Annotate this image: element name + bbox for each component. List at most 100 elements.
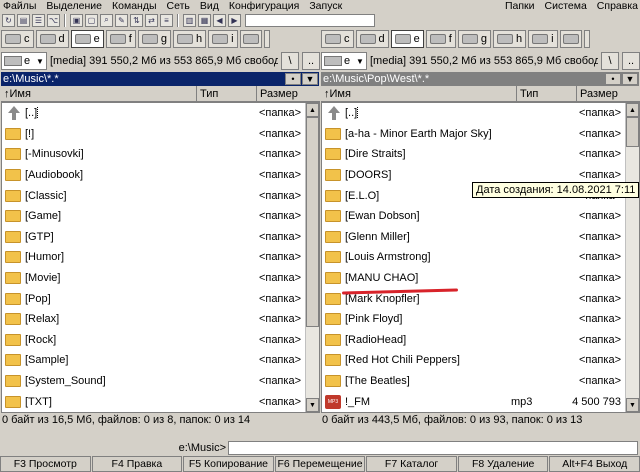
full-view-icon[interactable]: ☰ bbox=[32, 13, 45, 27]
list-item[interactable]: [Relax] <папка> bbox=[2, 309, 305, 330]
menu-item[interactable]: Файлы bbox=[3, 0, 36, 12]
refresh-icon[interactable]: ↻ bbox=[2, 13, 15, 27]
drive-button-d[interactable]: d bbox=[35, 30, 69, 48]
drive-button-back-slash[interactable] bbox=[263, 30, 270, 48]
tree-icon[interactable]: ⌥ bbox=[47, 13, 60, 27]
search-icon[interactable]: ⌕ bbox=[100, 13, 113, 27]
terminal-icon[interactable]: ▦ bbox=[198, 13, 211, 27]
list-item[interactable]: [Movie] <папка> bbox=[2, 268, 305, 289]
left-root-button[interactable]: \ bbox=[281, 52, 299, 70]
drive-button-g[interactable]: g bbox=[137, 30, 171, 48]
history-chevron-icon[interactable]: ▼ bbox=[622, 73, 638, 85]
menu-item[interactable]: Папки bbox=[505, 0, 535, 12]
fkey-button[interactable]: F8 Удаление bbox=[457, 456, 549, 472]
network-drive-button[interactable] bbox=[239, 30, 262, 48]
drive-button-f[interactable]: f bbox=[105, 30, 136, 48]
compare-icon[interactable]: ≡ bbox=[160, 13, 173, 27]
list-item[interactable]: [Audiobook] <папка> bbox=[2, 165, 305, 186]
drive-button-i[interactable]: i bbox=[528, 30, 558, 48]
menu-item[interactable]: Команды bbox=[112, 0, 157, 12]
drive-button-f[interactable]: f bbox=[425, 30, 456, 48]
drive-button-d[interactable]: d bbox=[355, 30, 389, 48]
list-item[interactable]: MP3 !_FM mp3 4 500 793 bbox=[322, 391, 625, 412]
scroll-up-icon[interactable]: ▲ bbox=[626, 103, 639, 117]
right-scroll-thumb[interactable] bbox=[626, 117, 639, 147]
menu-item[interactable]: Вид bbox=[200, 0, 219, 12]
list-item[interactable]: [Sample] <папка> bbox=[2, 350, 305, 371]
list-item[interactable]: [Dire Straits] <папка> bbox=[322, 144, 625, 165]
fkey-button[interactable]: F5 Копирование bbox=[183, 456, 274, 472]
scroll-down-icon[interactable]: ▼ bbox=[626, 398, 639, 412]
list-item[interactable]: [RadioHead] <папка> bbox=[322, 330, 625, 351]
scroll-down-icon[interactable]: ▼ bbox=[306, 398, 319, 412]
drive-button-c[interactable]: c bbox=[1, 30, 34, 48]
fkey-button[interactable]: Alt+F4 Выход bbox=[549, 456, 640, 472]
drive-button-back-slash[interactable] bbox=[583, 30, 590, 48]
right-root-button[interactable]: \ bbox=[601, 52, 619, 70]
menu-item[interactable]: Конфигурация bbox=[229, 0, 299, 12]
right-col-type[interactable]: Тип bbox=[517, 85, 577, 102]
notepad-icon[interactable]: ▥ bbox=[183, 13, 196, 27]
list-item[interactable]: [!] <папка> bbox=[2, 124, 305, 145]
list-item[interactable]: [System_Sound] <папка> bbox=[2, 371, 305, 392]
list-item[interactable]: [The Beatles] <папка> bbox=[322, 371, 625, 392]
left-up-button[interactable]: .. bbox=[302, 52, 320, 70]
list-item[interactable]: [..] <папка> bbox=[2, 103, 305, 124]
rename-icon[interactable]: ✎ bbox=[115, 13, 128, 27]
list-item[interactable]: [Pink Floyd] <папка> bbox=[322, 309, 625, 330]
menu-item[interactable]: Справка bbox=[597, 0, 638, 12]
list-item[interactable]: [MANU CHAO] <папка> bbox=[322, 268, 625, 289]
drive-button-c[interactable]: c bbox=[321, 30, 354, 48]
fkey-button[interactable]: F4 Правка bbox=[91, 456, 183, 472]
history-dot-icon[interactable]: • bbox=[285, 73, 301, 85]
history-dot-icon[interactable]: • bbox=[605, 73, 621, 85]
right-scrollbar[interactable]: ▲ ▼ bbox=[625, 103, 639, 412]
left-scroll-thumb[interactable] bbox=[306, 117, 319, 327]
fkey-button[interactable]: F6 Перемещение bbox=[274, 456, 366, 472]
list-item[interactable]: [Rock] <папка> bbox=[2, 330, 305, 351]
fkey-button[interactable]: F7 Каталог bbox=[366, 456, 457, 472]
left-col-type[interactable]: Тип bbox=[197, 85, 257, 102]
list-item[interactable]: [-Minusovki] <папка> bbox=[2, 144, 305, 165]
list-item[interactable]: [a-ha - Minor Earth Major Sky] <папка> bbox=[322, 124, 625, 145]
left-scrollbar[interactable]: ▲ ▼ bbox=[305, 103, 319, 412]
list-item[interactable]: [GTP] <папка> bbox=[2, 227, 305, 248]
back-icon[interactable]: ◀ bbox=[213, 13, 226, 27]
pack-icon[interactable]: ▣ bbox=[70, 13, 83, 27]
forward-icon[interactable]: ▶ bbox=[228, 13, 241, 27]
list-item[interactable]: [Classic] <папка> bbox=[2, 185, 305, 206]
drive-button-h[interactable]: h bbox=[492, 30, 527, 48]
fkey-button[interactable]: F3 Просмотр bbox=[0, 456, 91, 472]
menu-item[interactable]: Выделение bbox=[46, 0, 102, 12]
scroll-up-icon[interactable]: ▲ bbox=[306, 103, 319, 117]
right-drive-select[interactable]: e ▼ bbox=[321, 52, 367, 70]
list-item[interactable]: [TXT] <папка> bbox=[2, 391, 305, 412]
left-drive-select[interactable]: e ▼ bbox=[1, 52, 47, 70]
drive-button-i[interactable]: i bbox=[208, 30, 238, 48]
list-item[interactable]: [Red Hot Chili Peppers] <папка> bbox=[322, 350, 625, 371]
drive-button-h[interactable]: h bbox=[172, 30, 207, 48]
list-item[interactable]: [Game] <папка> bbox=[2, 206, 305, 227]
left-col-name[interactable]: ↑ Имя bbox=[1, 85, 197, 102]
drive-button-g[interactable]: g bbox=[457, 30, 491, 48]
right-col-size[interactable]: Размер bbox=[577, 86, 640, 102]
list-item[interactable]: [Louis Armstrong] <папка> bbox=[322, 247, 625, 268]
brief-view-icon[interactable]: ▤ bbox=[17, 13, 30, 27]
list-item[interactable]: [Humor] <папка> bbox=[2, 247, 305, 268]
left-col-size[interactable]: Размер bbox=[257, 86, 320, 102]
list-item[interactable]: [..] <папка> bbox=[322, 103, 625, 124]
menu-item[interactable]: Запуск bbox=[309, 0, 342, 12]
right-up-button[interactable]: .. bbox=[622, 52, 640, 70]
history-chevron-icon[interactable]: ▼ bbox=[302, 73, 318, 85]
list-item[interactable]: [Pop] <папка> bbox=[2, 288, 305, 309]
drive-button-e[interactable]: e bbox=[70, 30, 104, 48]
unpack-icon[interactable]: ▢ bbox=[85, 13, 98, 27]
list-item[interactable]: [Glenn Miller] <папка> bbox=[322, 227, 625, 248]
ftp-icon[interactable]: ⇅ bbox=[130, 13, 143, 27]
menu-item[interactable]: Сеть bbox=[167, 0, 190, 12]
sync-icon[interactable]: ⇄ bbox=[145, 13, 158, 27]
menu-item[interactable]: Система bbox=[545, 0, 587, 12]
command-input[interactable] bbox=[228, 441, 638, 455]
right-col-name[interactable]: ↑ Имя bbox=[321, 85, 517, 102]
list-item[interactable]: [Ewan Dobson] <папка> bbox=[322, 206, 625, 227]
